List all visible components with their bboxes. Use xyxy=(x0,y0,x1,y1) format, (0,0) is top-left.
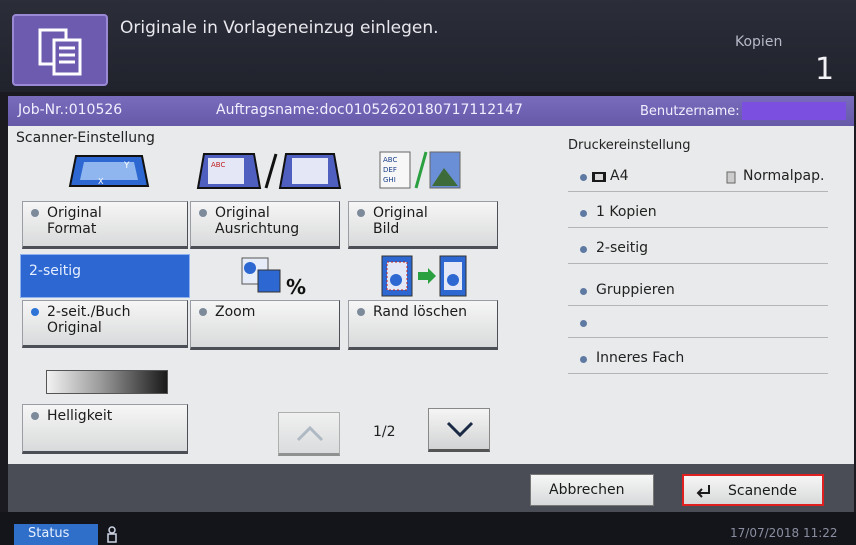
cancel-label: Abbrechen xyxy=(549,482,625,498)
enter-icon xyxy=(696,485,710,498)
copies-label: Kopien xyxy=(735,34,783,50)
bullet-icon xyxy=(580,246,587,253)
printer-settings-title: Druckereinstellung xyxy=(568,138,691,153)
original-orientation-button[interactable]: Original Ausrichtung xyxy=(190,201,340,249)
top-message-bar: Originale in Vorlageneinzug einlegen. Ko… xyxy=(0,0,856,92)
indicator-dot xyxy=(357,209,365,217)
device-status-icon xyxy=(107,526,117,543)
bullet-icon xyxy=(580,174,587,181)
paper-size-icon xyxy=(592,172,606,182)
duplex-selected-label: 2-seitig xyxy=(20,254,190,298)
indicator-dot xyxy=(31,308,39,316)
indicator-dot xyxy=(199,209,207,217)
printer-item-duplex: 2-seitig xyxy=(568,236,828,264)
status-button[interactable]: Status xyxy=(14,524,98,545)
bullet-icon xyxy=(580,210,587,217)
printer-item-copies: 1 Kopien xyxy=(568,200,828,228)
duplex-setting-label: 2-seitig xyxy=(596,240,649,256)
svg-text:GHI: GHI xyxy=(383,176,396,184)
zoom-icon: % xyxy=(241,257,306,298)
page-down-button[interactable] xyxy=(428,408,490,452)
page-up-button[interactable] xyxy=(278,412,340,456)
svg-text:%: % xyxy=(286,275,306,298)
bullet-icon xyxy=(580,320,587,327)
indicator-dot xyxy=(31,209,39,217)
document-copy-icon xyxy=(12,14,108,86)
chevron-up-icon xyxy=(296,425,324,442)
printer-item-collate: Gruppieren xyxy=(568,278,828,306)
scan-end-button[interactable]: Scanende xyxy=(682,474,824,506)
indicator-dot xyxy=(199,308,207,316)
settings-panel: Scanner-Einstellung Y X ABC ABC DEF GHI … xyxy=(8,126,854,464)
indicator-dot xyxy=(31,412,39,420)
brightness-gradient-icon xyxy=(46,370,168,394)
original-image-icon: ABC DEF GHI xyxy=(379,151,461,189)
zoom-button[interactable]: Zoom xyxy=(190,300,340,350)
status-message: Originale in Vorlageneinzug einlegen. xyxy=(120,18,439,38)
username-field[interactable] xyxy=(742,102,846,120)
svg-text:ABC: ABC xyxy=(383,156,397,164)
copies-setting-label: 1 Kopien xyxy=(596,204,657,220)
scan-end-label: Scanende xyxy=(728,483,798,499)
username-label: Benutzername: xyxy=(640,104,740,119)
paper-type-icon xyxy=(726,171,736,184)
indicator-dot xyxy=(357,308,365,316)
original-image-line2: Bild xyxy=(373,221,400,237)
original-image-line1: Original xyxy=(373,205,428,221)
zoom-label: Zoom xyxy=(215,304,256,320)
bullet-icon xyxy=(580,288,587,295)
output-tray-label: Inneres Fach xyxy=(596,350,685,366)
chevron-down-icon xyxy=(446,421,474,438)
status-bar: Status 17/07/2018 11:22 xyxy=(0,512,856,545)
copies-count: 1 xyxy=(815,52,835,87)
original-orientation-icon: ABC xyxy=(196,153,342,189)
original-size-icon: Y X xyxy=(68,155,150,187)
duplex-book-original-button[interactable]: 2-seit./Buch Original xyxy=(22,300,188,348)
collate-setting-label: Gruppieren xyxy=(596,282,675,298)
page-indicator: 1/2 xyxy=(373,424,396,440)
job-name: Auftragsname:doc01052620180717112147 xyxy=(216,102,523,118)
bullet-icon xyxy=(580,356,587,363)
duplex-book-line2: Original xyxy=(47,320,102,336)
datetime: 17/07/2018 11:22 xyxy=(730,526,838,540)
printer-item-empty xyxy=(568,310,828,338)
svg-text:DEF: DEF xyxy=(383,166,397,174)
printer-item-output-tray: Inneres Fach xyxy=(568,346,828,374)
paper-size-label: A4 xyxy=(610,168,629,184)
action-bar: Abbrechen Scanende xyxy=(8,464,854,512)
job-number: Job-Nr.:010526 xyxy=(18,102,123,118)
original-format-line2: Format xyxy=(47,221,97,237)
svg-text:Y: Y xyxy=(123,161,130,171)
svg-text:X: X xyxy=(98,177,104,186)
svg-text:ABC: ABC xyxy=(211,161,225,169)
duplex-book-line1: 2-seit./Buch xyxy=(47,304,131,320)
border-erase-button[interactable]: Rand löschen xyxy=(348,300,498,350)
original-format-button[interactable]: Original Format xyxy=(22,201,188,249)
original-orientation-line1: Original xyxy=(215,205,270,221)
cancel-button[interactable]: Abbrechen xyxy=(530,474,654,506)
brightness-button[interactable]: Helligkeit xyxy=(22,404,188,454)
brightness-label: Helligkeit xyxy=(47,408,113,424)
original-orientation-line2: Ausrichtung xyxy=(215,221,300,237)
original-format-line1: Original xyxy=(47,205,102,221)
scanner-settings-title: Scanner-Einstellung xyxy=(16,130,155,146)
border-erase-icon xyxy=(381,255,467,297)
original-image-button[interactable]: Original Bild xyxy=(348,201,498,249)
border-erase-label: Rand löschen xyxy=(373,304,468,320)
printer-item-paper-size: A4 Normalpap. xyxy=(568,164,828,192)
paper-type-label: Normalpap. xyxy=(743,168,825,184)
job-info-bar: Job-Nr.:010526 Auftragsname:doc010526201… xyxy=(8,96,854,126)
